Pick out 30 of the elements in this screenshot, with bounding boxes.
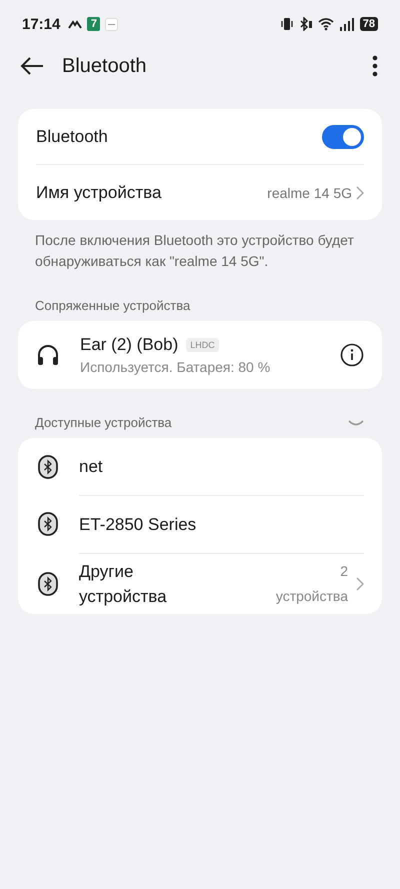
device-name: Ear (2) (Bob): [80, 335, 178, 355]
device-name-value: realme 14 5G: [267, 184, 352, 200]
app-icon: 7: [87, 17, 100, 31]
codec-badge: LHDC: [186, 338, 219, 352]
wifi-icon: [318, 17, 335, 31]
app-icon: [105, 18, 118, 30]
setting-label: Bluetooth: [36, 126, 108, 146]
battery-icon: 78: [360, 17, 378, 31]
more-icon[interactable]: [372, 55, 378, 77]
section-title: Доступные устройства: [35, 415, 172, 430]
info-text: После включения Bluetooth это устройство будет обнаруживаться как "realme 14 5G".: [35, 231, 355, 271]
status-time: 17:14: [22, 16, 60, 32]
back-icon[interactable]: [19, 56, 45, 76]
section-title: Сопряженные устройства: [35, 298, 190, 313]
device-list-item[interactable]: net: [79, 438, 364, 495]
info-icon[interactable]: [340, 343, 364, 367]
device-list-item[interactable]: ET-2850 Series: [79, 495, 364, 553]
device-list-item[interactable]: Другие устройства 2 устройства: [79, 553, 364, 614]
bluetooth-icon: [38, 454, 58, 478]
bluetooth-switch[interactable]: [322, 124, 364, 148]
device-status: Используется. Батарея: 80 %: [80, 359, 272, 375]
vibrate-icon: [280, 17, 294, 31]
bluetooth-icon: [38, 572, 58, 596]
setting-label: Имя устройства: [36, 182, 162, 202]
bluetooth-icon: [298, 17, 313, 31]
bluetooth-icon: [38, 512, 58, 536]
headphones-icon: [36, 344, 60, 366]
chevron-icon: [356, 577, 364, 591]
signal-icon: [340, 18, 355, 30]
page-title: Bluetooth: [62, 54, 147, 78]
